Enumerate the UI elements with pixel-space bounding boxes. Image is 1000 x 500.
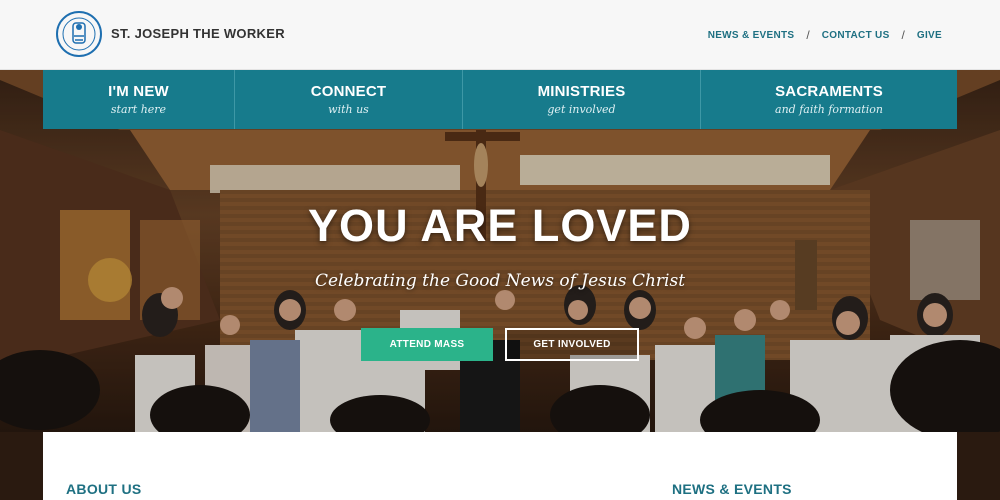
site-header: ST. JOSEPH THE WORKER NEWS & EVENTS / CO… — [0, 0, 1000, 70]
main-navigation: I'M NEW start here CONNECT with us MINIS… — [43, 70, 957, 129]
news-events-heading[interactable]: NEWS & EVENTS — [672, 481, 792, 497]
page-background-right — [957, 432, 1000, 500]
main-nav-ministries[interactable]: MINISTRIES get involved — [463, 70, 701, 129]
main-nav-label: CONNECT — [310, 83, 387, 100]
top-nav-news-events[interactable]: NEWS & EVENTS — [708, 30, 795, 41]
attend-mass-button[interactable]: ATTEND MASS — [361, 328, 493, 361]
main-nav-label: SACRAMENTS — [775, 83, 883, 100]
nav-separator: / — [806, 28, 810, 42]
parish-seal-logo[interactable] — [55, 10, 103, 58]
main-nav-sublabel: with us — [328, 103, 369, 116]
main-nav-sacraments[interactable]: SACRAMENTS and faith formation — [701, 70, 957, 129]
main-nav-sublabel: and faith formation — [775, 103, 883, 116]
site-brand-name[interactable]: ST. JOSEPH THE WORKER — [111, 26, 285, 41]
hero-headline: YOU ARE LOVED — [308, 200, 692, 251]
hero-tagline: Celebrating the Good News of Jesus Chris… — [314, 271, 686, 291]
main-nav-connect[interactable]: CONNECT with us — [235, 70, 463, 129]
main-nav-sublabel: get involved — [547, 103, 616, 116]
about-us-heading[interactable]: ABOUT US — [66, 481, 142, 497]
main-nav-label: MINISTRIES — [537, 83, 626, 100]
top-nav-give[interactable]: GIVE — [917, 30, 942, 41]
content-panel — [43, 432, 957, 500]
top-navigation: NEWS & EVENTS / CONTACT US / GIVE — [708, 28, 942, 42]
nav-separator: / — [901, 28, 905, 42]
get-involved-button[interactable]: GET INVOLVED — [505, 328, 639, 361]
main-nav-sublabel: start here — [110, 103, 167, 116]
main-nav-label: I'M NEW — [108, 83, 169, 100]
main-nav-im-new[interactable]: I'M NEW start here — [43, 70, 235, 129]
top-nav-contact-us[interactable]: CONTACT US — [822, 30, 890, 41]
page-background-left — [0, 432, 43, 500]
